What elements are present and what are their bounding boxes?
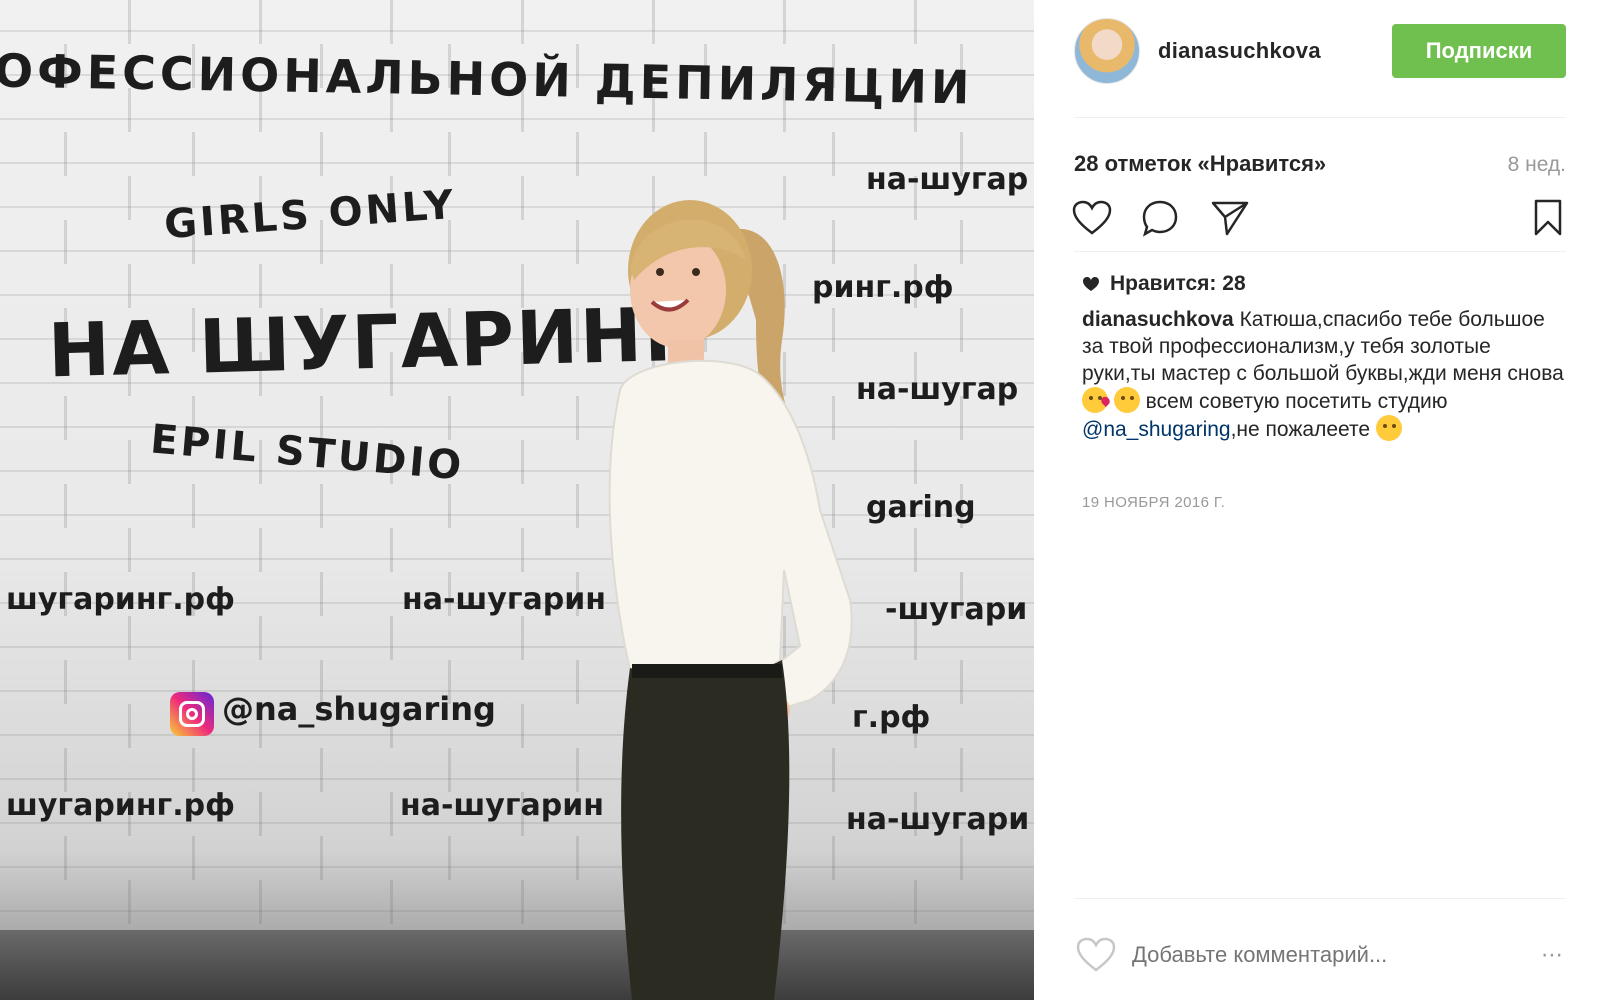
comment-icon [1142,200,1178,237]
heart-icon [1076,937,1116,972]
bookmark-icon [1534,199,1562,236]
winking-face-emoji-icon [1375,415,1402,441]
divider [1074,117,1566,118]
comment-input[interactable] [1132,942,1492,968]
kissing-face-emoji-icon [1082,387,1108,413]
brick-row [0,0,1034,44]
time-ago[interactable]: 8 нед. [1508,153,1566,177]
caption-mention-link[interactable]: @na_shugaring [1082,418,1231,441]
divider [1074,251,1566,252]
avatar[interactable] [1074,18,1140,84]
share-button[interactable] [1208,196,1252,240]
username-link[interactable]: dianasuchkova [1158,38,1321,64]
action-bar [1070,196,1570,240]
heart-icon [1072,200,1112,235]
post-date[interactable]: 19 НОЯБРЯ 2016 Г. [1082,494,1225,511]
wall-text-handle: @na_shugaring [222,690,496,728]
caption-text: ,не пожалеете [1230,418,1376,441]
divider [1074,898,1566,899]
comment-like-button[interactable] [1074,933,1118,977]
share-icon [1211,201,1249,236]
wall-text-left: шугаринг.рф [6,788,235,823]
more-options-button[interactable]: ⋯ [1541,942,1566,968]
post-photo[interactable]: ОФЕССИОНАЛЬНОЙ ДЕПИЛЯЦИИ GIRLS ONLY НА Ш… [0,0,1034,1000]
wall-text-left: шугаринг.рф [6,582,235,617]
caption-text: всем советую посетить студию [1139,390,1448,413]
person-figure [608,200,853,1000]
instagram-logo-icon [170,692,214,736]
like-button[interactable] [1070,196,1114,240]
caption-author[interactable]: dianasuchkova [1082,308,1234,331]
likes-count[interactable]: Нравится: 28 [1082,272,1246,296]
post-sidebar: dianasuchkova Подписки 28 отметок «Нрави… [1034,0,1600,1000]
post-caption: dianasuchkova Катюша,спасибо тебе большо… [1082,306,1566,443]
small-heart-icon [1083,277,1099,291]
following-button[interactable]: Подписки [1392,24,1566,78]
likes-summary-row: 28 отметок «Нравится» 8 нед. [1074,151,1566,177]
likes-count-label: Нравится: 28 [1110,272,1246,295]
smiling-face-emoji-icon [1113,387,1140,413]
save-button[interactable] [1526,196,1570,240]
comment-box: ⋯ [1074,930,1566,980]
post-header: dianasuchkova Подписки [1074,18,1566,84]
comment-button[interactable] [1138,196,1182,240]
likes-summary[interactable]: 28 отметок «Нравится» [1074,151,1326,177]
